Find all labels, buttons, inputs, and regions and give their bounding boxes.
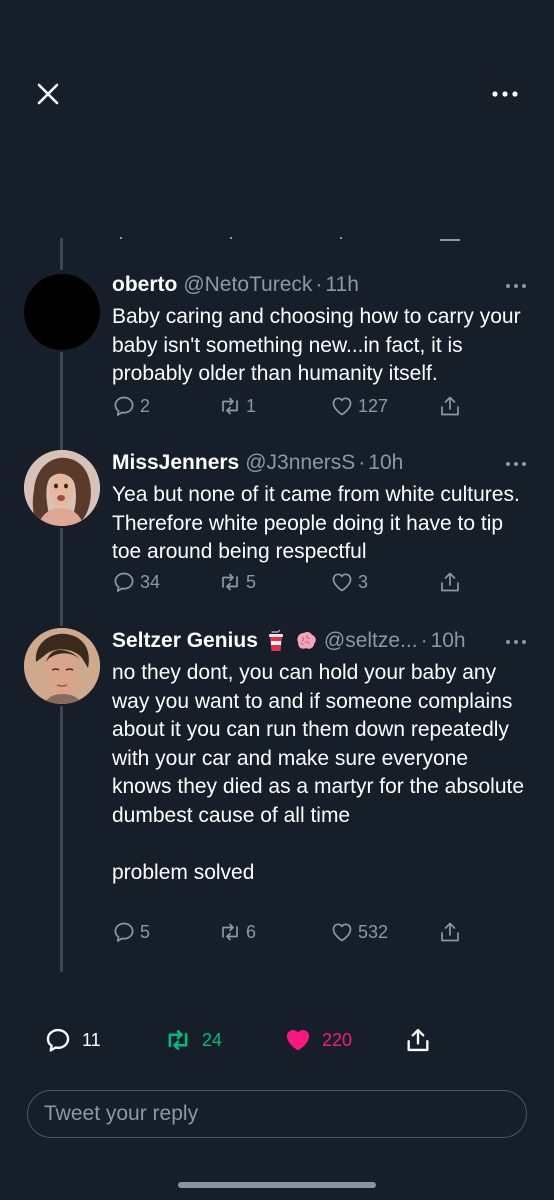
- like-button[interactable]: 127: [330, 394, 388, 418]
- timestamp: 10h: [430, 629, 466, 652]
- focused-retweet-button[interactable]: 24: [164, 1026, 222, 1054]
- focused-retweet-count: 24: [202, 1029, 223, 1050]
- focused-tweet-actions: 11 24 220: [0, 1020, 554, 1060]
- soda-cup-emoji: [268, 629, 283, 651]
- share-button[interactable]: [438, 570, 466, 594]
- tweet-actions: 2 1 127: [0, 394, 554, 424]
- reply-icon: [46, 1028, 70, 1052]
- display-name[interactable]: oberto: [112, 272, 177, 298]
- focused-share-button[interactable]: [404, 1026, 442, 1054]
- tweet-text: Yea but none of it came from white cultu…: [112, 483, 526, 563]
- reply-button[interactable]: 5: [112, 920, 150, 944]
- avatar[interactable]: [24, 450, 100, 526]
- separator-dot: ·: [358, 451, 366, 474]
- retweet-icon: [168, 1029, 188, 1051]
- thread-line: [60, 238, 63, 270]
- retweet-icon: [222, 573, 238, 591]
- retweet-button[interactable]: 5: [218, 570, 256, 594]
- tweet-more-icon[interactable]: [504, 276, 528, 296]
- focused-like-count: 220: [322, 1029, 353, 1050]
- avatar-photo: [24, 628, 100, 704]
- focused-reply-count: 11: [82, 1029, 101, 1050]
- more-options-button[interactable]: [490, 80, 520, 108]
- retweet-button[interactable]: 6: [218, 920, 256, 944]
- share-icon: [407, 1028, 429, 1052]
- focused-like-button[interactable]: 220: [284, 1026, 352, 1054]
- home-indicator[interactable]: [178, 1182, 376, 1188]
- more-horizontal-icon: [492, 91, 518, 97]
- reply-count: 2: [140, 395, 151, 416]
- retweet-count: 1: [246, 395, 257, 416]
- heart-icon: [332, 923, 352, 942]
- like-button[interactable]: 532: [330, 920, 388, 944]
- tweet-actions: 5 6 532: [0, 920, 554, 950]
- retweet-count: 5: [246, 571, 257, 592]
- like-button[interactable]: 3: [330, 570, 368, 594]
- display-name[interactable]: MissJenners: [112, 450, 239, 476]
- reply-icon: [114, 396, 134, 416]
- tweet-text: no they dont, you can hold your baby any…: [112, 661, 525, 884]
- tweet-text: Baby caring and choosing how to carry yo…: [112, 305, 527, 385]
- reply-button[interactable]: 34: [112, 570, 160, 594]
- share-button[interactable]: [438, 920, 466, 944]
- close-button[interactable]: [34, 80, 62, 108]
- reply-input[interactable]: Tweet your reply: [27, 1090, 527, 1138]
- avatar[interactable]: [24, 628, 100, 704]
- tweet-actions: 34 5 3: [0, 570, 554, 600]
- username[interactable]: @seltze...: [324, 628, 418, 654]
- retweet-count: 6: [246, 921, 257, 942]
- share-icon: [441, 396, 459, 416]
- tweet-more-icon[interactable]: [504, 454, 528, 474]
- heart-filled-icon: [286, 1029, 310, 1051]
- like-count: 127: [358, 395, 389, 416]
- like-count: 3: [358, 571, 369, 592]
- top-bar: [0, 0, 554, 200]
- like-count: 532: [358, 921, 389, 942]
- scrolled-off-text-fragment: [120, 237, 460, 241]
- avatar-photo: [24, 450, 100, 526]
- retweet-icon: [222, 397, 238, 415]
- brain-emoji: [297, 631, 316, 649]
- separator-dot: ·: [315, 273, 323, 296]
- reply-button[interactable]: 2: [112, 394, 150, 418]
- retweet-icon: [222, 923, 238, 941]
- heart-icon: [332, 573, 352, 592]
- retweet-button[interactable]: 1: [218, 394, 256, 418]
- tweet-header: MissJenners @J3nnersS · 10h: [112, 450, 528, 476]
- heart-icon: [332, 397, 352, 416]
- timestamp: 11h: [325, 273, 359, 296]
- share-button[interactable]: [438, 394, 466, 418]
- reply-count: 5: [140, 921, 151, 942]
- share-icon: [441, 572, 459, 592]
- display-name[interactable]: Seltzer Genius: [112, 628, 258, 654]
- tweet-header: oberto @NetoTureck · 11h: [112, 272, 528, 298]
- reply-icon: [114, 572, 134, 592]
- close-icon: [37, 83, 59, 105]
- username[interactable]: @NetoTureck: [183, 272, 312, 298]
- username[interactable]: @J3nnersS: [245, 450, 355, 476]
- reply-count: 34: [140, 571, 161, 592]
- avatar[interactable]: [24, 274, 100, 350]
- tweet-header: Seltzer Genius @seltze... · 10h: [112, 628, 528, 654]
- tweet-more-icon[interactable]: [504, 632, 528, 652]
- focused-reply-button[interactable]: 11: [44, 1026, 101, 1054]
- share-icon: [441, 922, 459, 942]
- reply-icon: [114, 922, 134, 942]
- separator-dot: ·: [420, 629, 428, 652]
- timestamp: 10h: [368, 451, 404, 474]
